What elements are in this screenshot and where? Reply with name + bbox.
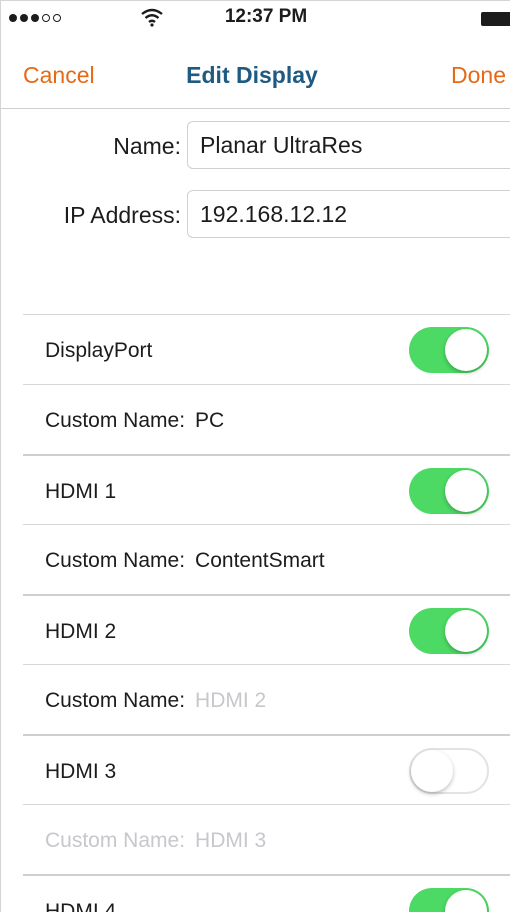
input-row: HDMI 4: [23, 874, 510, 912]
custom-name-label: Custom Name:: [45, 549, 186, 572]
input-label: DisplayPort: [45, 339, 153, 362]
input-label: HDMI 3: [45, 760, 117, 783]
custom-name-row[interactable]: Custom Name: ContentSmart: [23, 524, 510, 594]
custom-name-label: Custom Name:: [45, 829, 186, 852]
name-field[interactable]: Planar UltraRes: [187, 121, 510, 169]
status-bar: 12:37 PM: [1, 1, 510, 37]
input-toggle[interactable]: [409, 608, 489, 654]
input-row: HDMI 3: [23, 734, 510, 804]
input-toggle[interactable]: [409, 888, 489, 912]
toggle-knob: [445, 890, 487, 912]
toggle-knob: [445, 470, 487, 512]
custom-name-row[interactable]: Custom Name: HDMI 2: [23, 664, 510, 734]
page-title: Edit Display: [186, 62, 318, 88]
custom-name-field[interactable]: HDMI 2: [195, 689, 266, 712]
input-row: DisplayPort: [23, 314, 510, 384]
navigation-bar: Cancel Edit Display Done: [1, 37, 510, 109]
custom-name-field[interactable]: ContentSmart: [195, 549, 325, 572]
toggle-knob: [445, 610, 487, 652]
input-toggle[interactable]: [409, 468, 489, 514]
custom-name-row[interactable]: Custom Name: HDMI 3: [23, 804, 510, 874]
battery-icon: [481, 12, 510, 26]
input-row: HDMI 1: [23, 454, 510, 524]
ip-address-label: IP Address:: [63, 202, 181, 228]
custom-name-label: Custom Name:: [45, 689, 186, 712]
input-label: HDMI 2: [45, 620, 117, 643]
custom-name-field[interactable]: PC: [195, 409, 224, 432]
ip-address-field[interactable]: 192.168.12.12: [187, 190, 510, 238]
custom-name-label: Custom Name:: [45, 409, 186, 432]
status-time: 12:37 PM: [224, 6, 308, 27]
custom-name-row[interactable]: Custom Name: PC: [23, 384, 510, 454]
input-label: HDMI 1: [45, 480, 117, 503]
edit-display-screen: 12:37 PM Cancel Edit Display Done Name: …: [0, 0, 510, 912]
input-row: HDMI 2: [23, 594, 510, 664]
name-label: Name:: [113, 133, 181, 159]
toggle-knob: [445, 329, 487, 371]
toggle-knob: [411, 750, 453, 792]
input-toggle[interactable]: [409, 748, 489, 794]
input-toggle[interactable]: [409, 327, 489, 373]
input-label: HDMI 4: [45, 900, 117, 912]
done-button[interactable]: Done: [451, 62, 506, 89]
custom-name-field[interactable]: HDMI 3: [195, 829, 266, 852]
